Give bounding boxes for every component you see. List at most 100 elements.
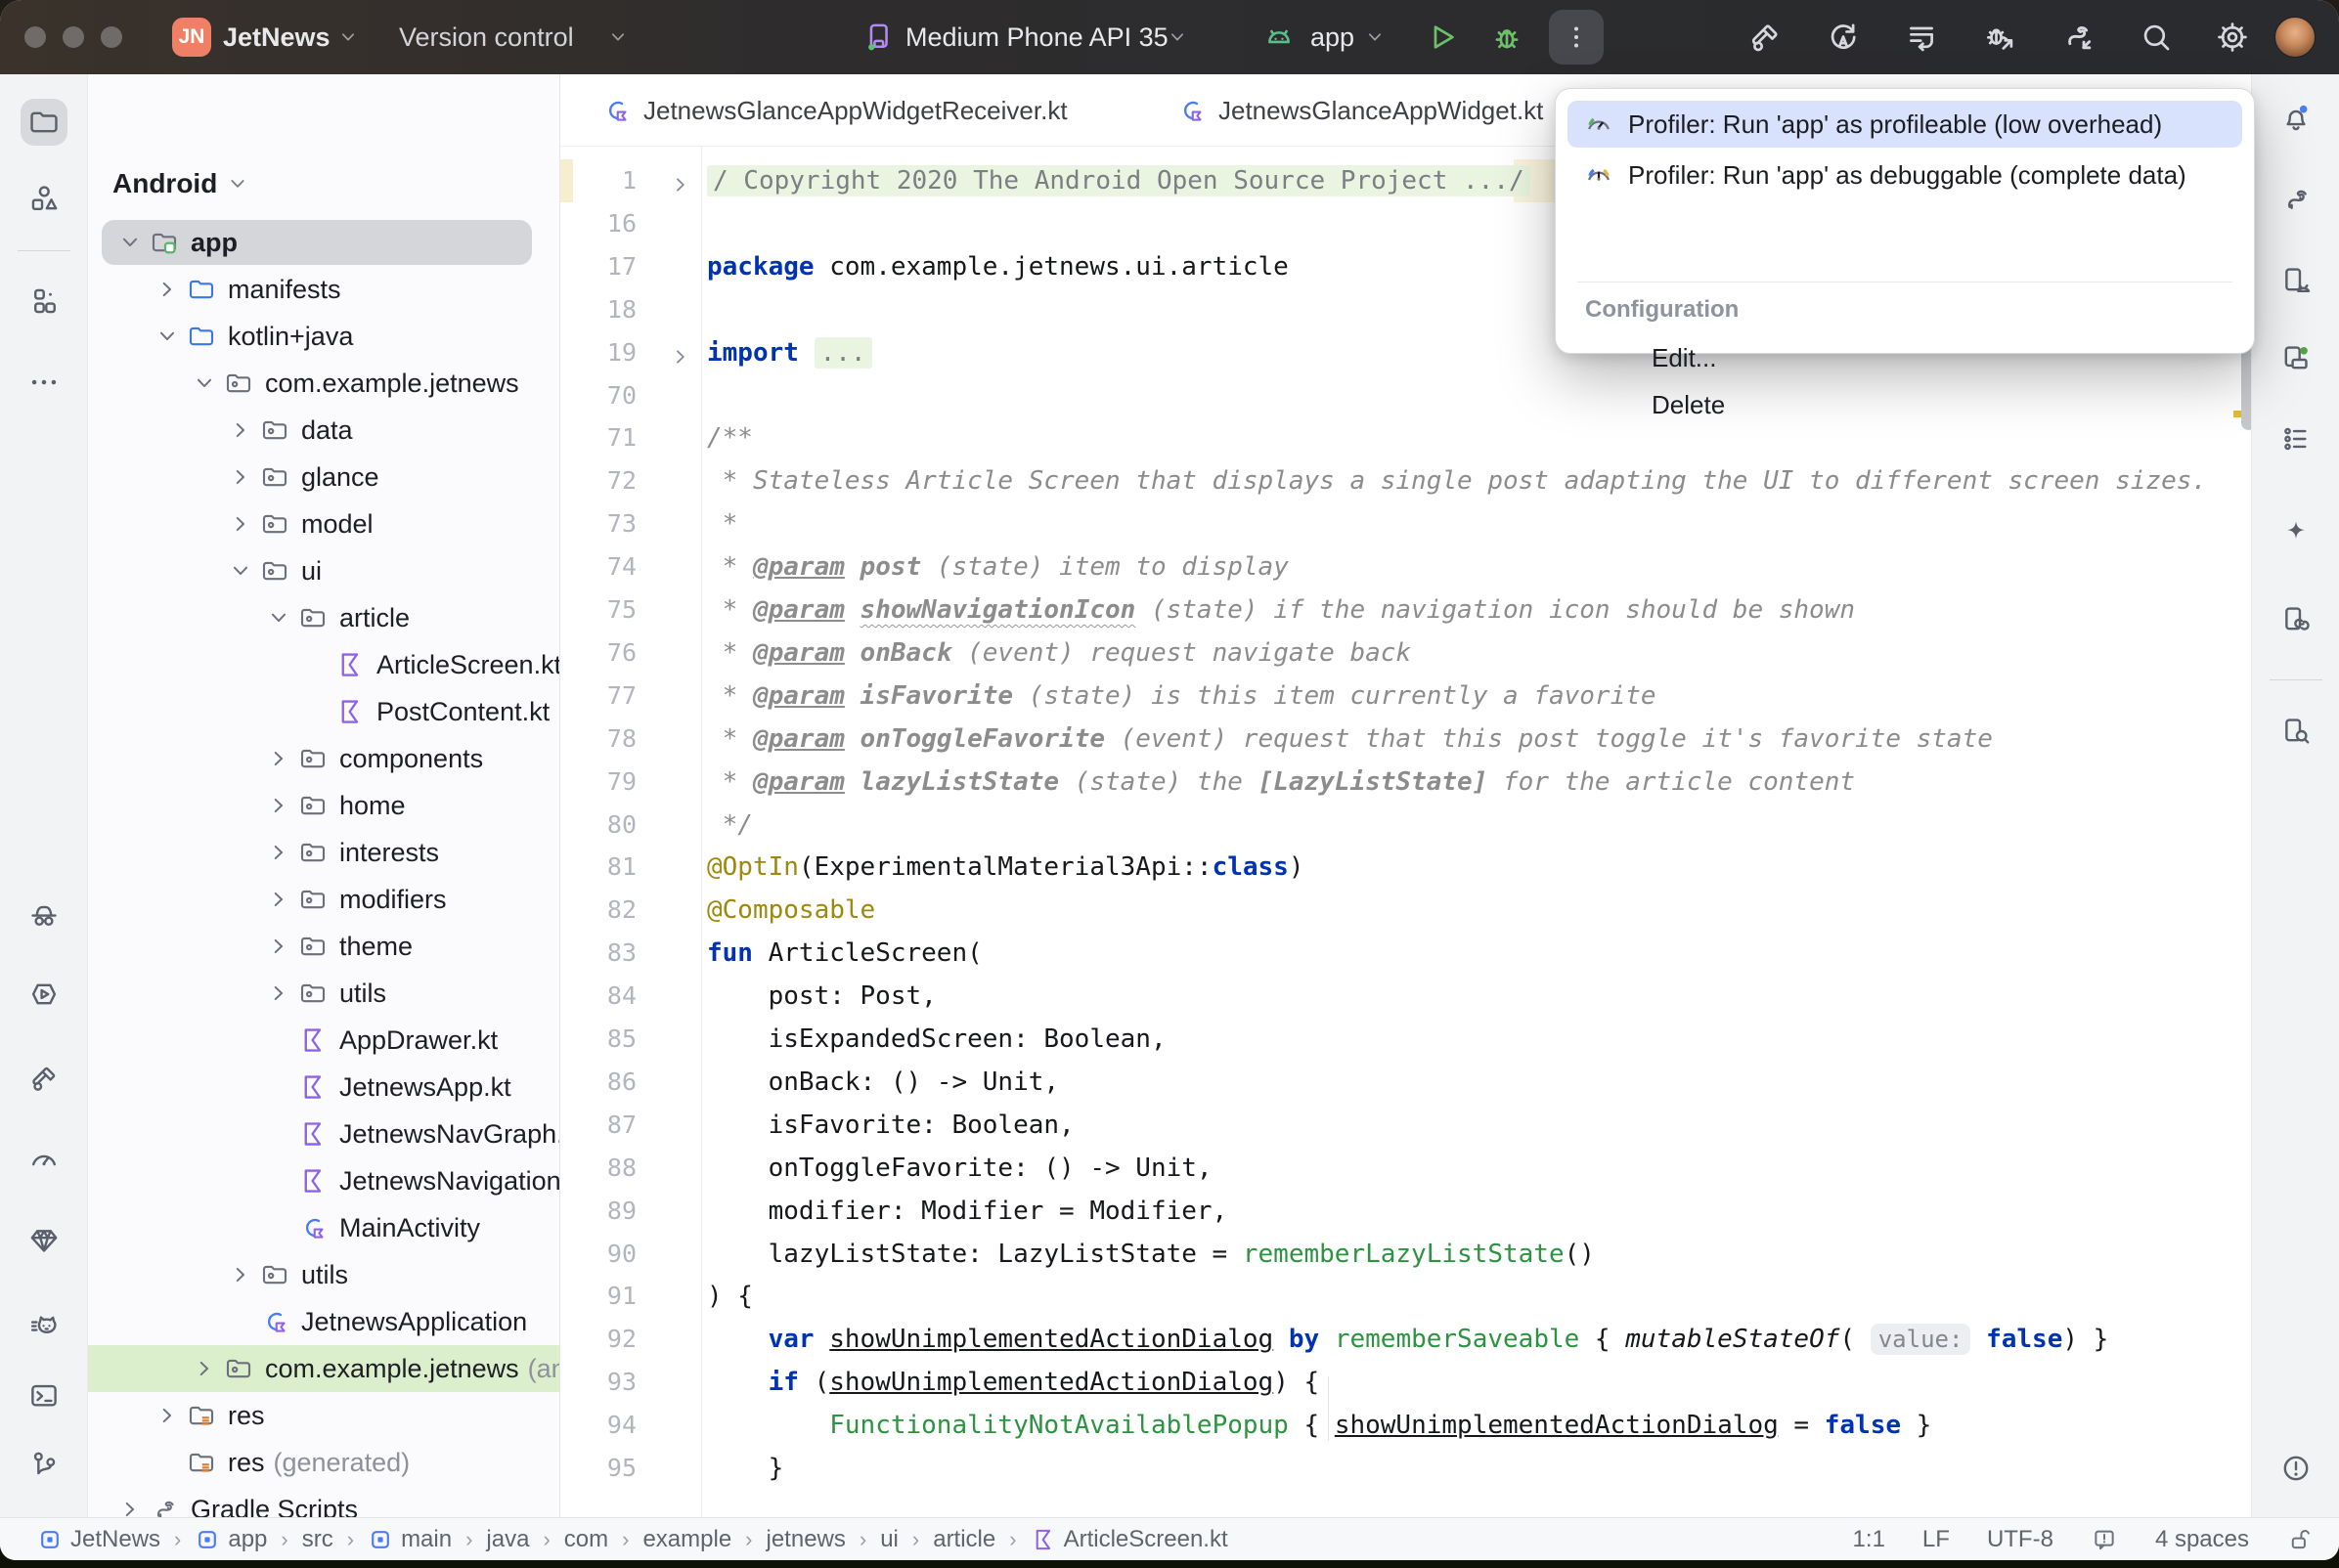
tree-row-jetnewsnavigationactions-kt[interactable]: JetnewsNavigationActions.kt: [88, 1157, 559, 1204]
device-link-icon[interactable]: [2273, 596, 2319, 643]
zoom-window-button[interactable]: [101, 26, 122, 48]
debug-button[interactable]: [1488, 19, 1525, 56]
device-selector[interactable]: Medium Phone API 35: [905, 0, 1169, 74]
vcs-menu[interactable]: Version control: [399, 0, 574, 74]
tree-row-home[interactable]: home: [88, 782, 559, 829]
tree-row-jetnewsapp-kt[interactable]: JetnewsApp.kt: [88, 1064, 559, 1111]
tree-row-interests[interactable]: interests: [88, 829, 559, 876]
more-tools-icon[interactable]: [21, 359, 67, 406]
tree-row-utils[interactable]: utils: [88, 1251, 559, 1298]
tree-row-articlescreen-kt[interactable]: ArticleScreen.kt: [88, 641, 559, 688]
running-devices-icon[interactable]: [21, 971, 67, 1018]
breadcrumb-item-article[interactable]: article: [933, 1526, 995, 1553]
tree-row-com-example-jetnews[interactable]: com.example.jetnews: [88, 360, 559, 407]
menu-item-profiler-0[interactable]: Profiler: Run 'app' as profileable (low …: [1567, 101, 2242, 148]
menu-item-delete[interactable]: Delete: [1652, 390, 1725, 423]
terminal-icon[interactable]: [21, 1372, 67, 1419]
chevron-right-icon[interactable]: [116, 1496, 144, 1517]
gemini-sparkle-icon[interactable]: [2273, 509, 2319, 556]
lock-open-icon[interactable]: [2286, 1526, 2314, 1553]
device-explorer-icon[interactable]: [21, 893, 67, 939]
tree-row-appdrawer-kt[interactable]: AppDrawer.kt: [88, 1017, 559, 1064]
logcat-cat-icon[interactable]: [21, 1302, 67, 1349]
run-button[interactable]: [1423, 19, 1460, 56]
chevron-right-icon[interactable]: [227, 510, 254, 538]
settings-gear-icon[interactable]: [2214, 19, 2251, 56]
tree-row-data[interactable]: data: [88, 407, 559, 454]
breadcrumb-item-ui[interactable]: ui: [880, 1526, 899, 1553]
fold-arrow-icon[interactable]: [668, 340, 693, 366]
chevron-down-icon[interactable]: [191, 370, 218, 397]
chevron-down-icon[interactable]: [265, 604, 292, 632]
tree-row-com-example-jetnews[interactable]: com.example.jetnews(androidTest): [88, 1345, 559, 1392]
run-config-selector[interactable]: app: [1310, 0, 1354, 74]
chevron-right-icon[interactable]: [265, 933, 292, 960]
chevron-down-icon[interactable]: [227, 557, 254, 585]
tree-row-model[interactable]: model: [88, 501, 559, 547]
attach-debugger-icon[interactable]: [1981, 19, 2018, 56]
tree-row-app[interactable]: app: [88, 219, 559, 266]
breadcrumb-item-com[interactable]: com: [564, 1526, 608, 1553]
project-view-selector[interactable]: Android: [112, 168, 250, 199]
project-folder-icon[interactable]: [21, 99, 67, 146]
chevron-right-icon[interactable]: [265, 839, 292, 866]
indent-setting[interactable]: 4 spaces: [2155, 1526, 2249, 1553]
avatar[interactable]: [2274, 17, 2316, 58]
minimize-window-button[interactable]: [63, 26, 84, 48]
tree-row-utils[interactable]: utils: [88, 970, 559, 1017]
tree-row-modifiers[interactable]: modifiers: [88, 876, 559, 923]
tree-row-jetnewsapplication[interactable]: JetnewsApplication: [88, 1298, 559, 1345]
chevron-right-icon[interactable]: [265, 792, 292, 819]
tree-row-components[interactable]: components: [88, 735, 559, 782]
close-window-button[interactable]: [24, 26, 46, 48]
tree-row-jetnewsnavgraph-kt[interactable]: JetnewsNavGraph.kt: [88, 1111, 559, 1157]
editor-tab[interactable]: JetnewsGlanceAppWidgetReceiver.kt: [601, 74, 1068, 147]
tree-row-gradle-scripts[interactable]: Gradle Scripts: [88, 1486, 559, 1517]
chevron-right-icon[interactable]: [191, 1355, 218, 1382]
run-list-icon[interactable]: [1903, 19, 1940, 56]
chevron-right-icon[interactable]: [227, 416, 254, 444]
structure-icon[interactable]: [21, 278, 67, 325]
tree-row-article[interactable]: article: [88, 594, 559, 641]
file-encoding[interactable]: UTF-8: [1987, 1526, 2053, 1553]
gradle-sync-icon[interactable]: [2057, 19, 2096, 58]
breadcrumb-item-jetnews[interactable]: jetnews: [767, 1526, 846, 1553]
chevron-right-icon[interactable]: [265, 980, 292, 1007]
chevron-down-icon[interactable]: [154, 323, 181, 350]
build-hammer-icon[interactable]: [21, 1055, 67, 1102]
tree-row-theme[interactable]: theme: [88, 923, 559, 970]
inspection-warning-icon[interactable]: [2091, 1526, 2118, 1553]
tree-row-glance[interactable]: glance: [88, 454, 559, 501]
gradle-icon[interactable]: [2273, 176, 2319, 223]
breadcrumb-item-app[interactable]: app: [195, 1526, 267, 1553]
tree-row-res[interactable]: res(generated): [88, 1439, 559, 1486]
menu-item-edit[interactable]: Edit...: [1652, 343, 1716, 376]
breadcrumb-item-articlescreen-kt[interactable]: ArticleScreen.kt: [1031, 1526, 1228, 1553]
tree-row-kotlin-java[interactable]: kotlin+java: [88, 313, 559, 360]
more-run-options-button[interactable]: [1549, 10, 1604, 65]
chevron-right-icon[interactable]: [227, 463, 254, 491]
caret-position[interactable]: 1:1: [1853, 1526, 1885, 1553]
breadcrumb-item-src[interactable]: src: [302, 1526, 333, 1553]
tree-row-postcontent-kt[interactable]: PostContent.kt: [88, 688, 559, 735]
chevron-down-icon[interactable]: [116, 229, 144, 256]
device-manager-icon[interactable]: [2273, 257, 2319, 304]
breadcrumb-item-main[interactable]: main: [368, 1526, 452, 1553]
problems-icon[interactable]: [2273, 1445, 2319, 1492]
fold-arrow-icon[interactable]: [668, 168, 693, 194]
git-branch-icon[interactable]: [21, 1441, 67, 1488]
chevron-right-icon[interactable]: [227, 1261, 254, 1288]
app-quality-insights-icon[interactable]: [21, 1217, 67, 1264]
search-icon[interactable]: [2138, 19, 2175, 56]
breadcrumb-item-java[interactable]: java: [486, 1526, 529, 1553]
app-inspection-icon[interactable]: [2273, 708, 2319, 755]
breadcrumb-item-jetnews[interactable]: JetNews: [37, 1526, 160, 1553]
chevron-right-icon[interactable]: [154, 1402, 181, 1429]
tree-row-manifests[interactable]: manifests: [88, 266, 559, 313]
tree-row-ui[interactable]: ui: [88, 547, 559, 594]
resource-manager-icon[interactable]: [21, 175, 67, 222]
chevron-right-icon[interactable]: [265, 745, 292, 772]
line-ending[interactable]: LF: [1922, 1526, 1950, 1553]
running-devices-mirror-icon[interactable]: [2273, 334, 2319, 381]
structure-list-icon[interactable]: [2273, 415, 2319, 462]
